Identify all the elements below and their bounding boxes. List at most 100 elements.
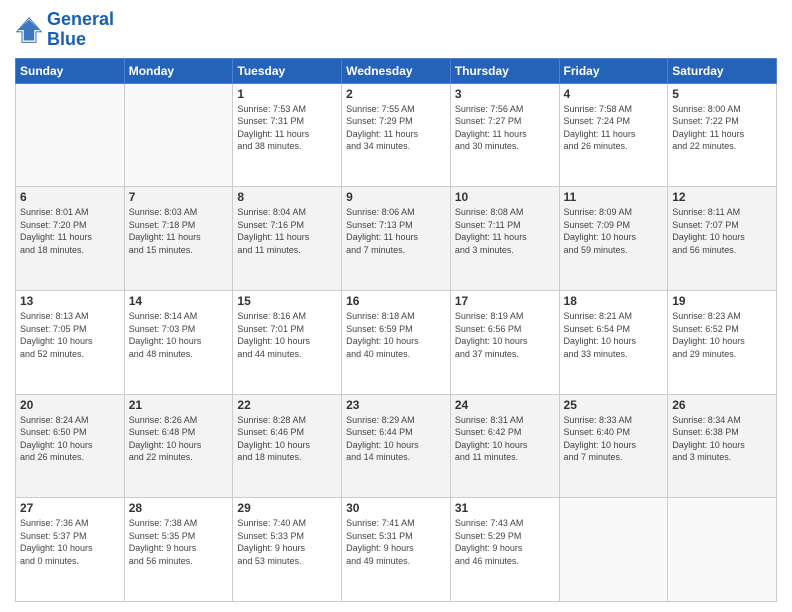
weekday-sunday: Sunday [16, 58, 125, 83]
day-number: 14 [129, 294, 229, 308]
day-info: Sunrise: 8:28 AM Sunset: 6:46 PM Dayligh… [237, 414, 337, 464]
day-number: 31 [455, 501, 555, 515]
logo-icon [15, 16, 43, 44]
calendar-cell: 4Sunrise: 7:58 AM Sunset: 7:24 PM Daylig… [559, 83, 668, 187]
calendar-cell: 13 Sunrise: 8:13 AM Sunset: 7:05 PM Dayli… [16, 290, 125, 394]
day-number: 13 [20, 294, 120, 308]
day-info: Sunrise: 8:08 AM Sunset: 7:11 PM Dayligh… [455, 206, 555, 256]
week-row-2: 6 Sunrise: 8:01 AM Sunset: 7:20 PM Daylig… [16, 187, 777, 291]
day-number: 17 [455, 294, 555, 308]
calendar-cell: 5 Sunrise: 8:00 AM Sunset: 7:22 PM Daylig… [668, 83, 777, 187]
day-number: 10 [455, 190, 555, 204]
calendar-cell: 1 Sunrise: 7:53 AM Sunset: 7:31 PM Daylig… [233, 83, 342, 187]
day-number: 2 [346, 87, 446, 101]
calendar-cell [16, 83, 125, 187]
day-number: 26 [672, 398, 772, 412]
weekday-friday: Friday [559, 58, 668, 83]
day-info: Sunrise: 8:09 AM Sunset: 7:09 PM Dayligh… [564, 206, 664, 256]
week-row-5: 27 Sunrise: 7:36 AM Sunset: 5:37 PM Dayli… [16, 498, 777, 602]
day-number: 19 [672, 294, 772, 308]
day-number: 1 [237, 87, 337, 101]
weekday-wednesday: Wednesday [342, 58, 451, 83]
day-number: 5 [672, 87, 772, 101]
day-info: Sunrise: 8:04 AM Sunset: 7:16 PM Dayligh… [237, 206, 337, 256]
week-row-3: 13 Sunrise: 8:13 AM Sunset: 7:05 PM Dayli… [16, 290, 777, 394]
calendar-cell: 14Sunrise: 8:14 AM Sunset: 7:03 PM Dayli… [124, 290, 233, 394]
day-info: Sunrise: 7:36 AM Sunset: 5:37 PM Dayligh… [20, 517, 120, 567]
calendar-cell: 24 Sunrise: 8:31 AM Sunset: 6:42 PM Dayli… [450, 394, 559, 498]
day-info: Sunrise: 8:01 AM Sunset: 7:20 PM Dayligh… [20, 206, 120, 256]
day-number: 27 [20, 501, 120, 515]
day-number: 23 [346, 398, 446, 412]
calendar-cell: 19 Sunrise: 8:23 AM Sunset: 6:52 PM Dayli… [668, 290, 777, 394]
day-number: 3 [455, 87, 555, 101]
day-number: 28 [129, 501, 229, 515]
page: GeneralBlue SundayMondayTuesdayWednesday… [0, 0, 792, 612]
calendar-cell: 7 Sunrise: 8:03 AM Sunset: 7:18 PM Daylig… [124, 187, 233, 291]
weekday-monday: Monday [124, 58, 233, 83]
logo: GeneralBlue [15, 10, 114, 50]
calendar-cell: 10 Sunrise: 8:08 AM Sunset: 7:11 PM Dayli… [450, 187, 559, 291]
weekday-tuesday: Tuesday [233, 58, 342, 83]
calendar-cell: 8 Sunrise: 8:04 AM Sunset: 7:16 PM Daylig… [233, 187, 342, 291]
calendar-cell: 18Sunrise: 8:21 AM Sunset: 6:54 PM Dayli… [559, 290, 668, 394]
calendar-cell: 28Sunrise: 7:38 AM Sunset: 5:35 PM Dayli… [124, 498, 233, 602]
calendar-cell [124, 83, 233, 187]
calendar-cell: 29 Sunrise: 7:40 AM Sunset: 5:33 PM Dayli… [233, 498, 342, 602]
day-info: Sunrise: 8:11 AM Sunset: 7:07 PM Dayligh… [672, 206, 772, 256]
calendar-cell: 30 Sunrise: 7:41 AM Sunset: 5:31 PM Dayli… [342, 498, 451, 602]
day-info: Sunrise: 8:31 AM Sunset: 6:42 PM Dayligh… [455, 414, 555, 464]
calendar-cell: 23 Sunrise: 8:29 AM Sunset: 6:44 PM Dayli… [342, 394, 451, 498]
calendar-cell: 31 Sunrise: 7:43 AM Sunset: 5:29 PM Dayli… [450, 498, 559, 602]
day-number: 4 [564, 87, 664, 101]
weekday-saturday: Saturday [668, 58, 777, 83]
day-number: 25 [564, 398, 664, 412]
day-info: Sunrise: 7:53 AM Sunset: 7:31 PM Dayligh… [237, 103, 337, 153]
calendar-cell: 3Sunrise: 7:56 AM Sunset: 7:27 PM Daylig… [450, 83, 559, 187]
calendar-cell: 12Sunrise: 8:11 AM Sunset: 7:07 PM Dayli… [668, 187, 777, 291]
calendar-cell: 22Sunrise: 8:28 AM Sunset: 6:46 PM Dayli… [233, 394, 342, 498]
calendar-cell: 21 Sunrise: 8:26 AM Sunset: 6:48 PM Dayli… [124, 394, 233, 498]
day-info: Sunrise: 8:03 AM Sunset: 7:18 PM Dayligh… [129, 206, 229, 256]
week-row-4: 20 Sunrise: 8:24 AM Sunset: 6:50 PM Dayli… [16, 394, 777, 498]
day-number: 7 [129, 190, 229, 204]
week-row-1: 1 Sunrise: 7:53 AM Sunset: 7:31 PM Daylig… [16, 83, 777, 187]
weekday-thursday: Thursday [450, 58, 559, 83]
day-number: 29 [237, 501, 337, 515]
day-number: 20 [20, 398, 120, 412]
day-info: Sunrise: 8:06 AM Sunset: 7:13 PM Dayligh… [346, 206, 446, 256]
day-info: Sunrise: 7:43 AM Sunset: 5:29 PM Dayligh… [455, 517, 555, 567]
day-info: Sunrise: 7:41 AM Sunset: 5:31 PM Dayligh… [346, 517, 446, 567]
calendar-cell: 27 Sunrise: 7:36 AM Sunset: 5:37 PM Dayli… [16, 498, 125, 602]
day-number: 6 [20, 190, 120, 204]
day-info: Sunrise: 8:13 AM Sunset: 7:05 PM Dayligh… [20, 310, 120, 360]
day-info: Sunrise: 8:34 AM Sunset: 6:38 PM Dayligh… [672, 414, 772, 464]
day-info: Sunrise: 7:55 AM Sunset: 7:29 PM Dayligh… [346, 103, 446, 153]
calendar-cell [668, 498, 777, 602]
day-number: 15 [237, 294, 337, 308]
day-info: Sunrise: 8:26 AM Sunset: 6:48 PM Dayligh… [129, 414, 229, 464]
calendar-cell: 6 Sunrise: 8:01 AM Sunset: 7:20 PM Daylig… [16, 187, 125, 291]
calendar-cell: 26 Sunrise: 8:34 AM Sunset: 6:38 PM Dayli… [668, 394, 777, 498]
day-info: Sunrise: 8:00 AM Sunset: 7:22 PM Dayligh… [672, 103, 772, 153]
calendar-cell: 20 Sunrise: 8:24 AM Sunset: 6:50 PM Dayli… [16, 394, 125, 498]
day-info: Sunrise: 8:29 AM Sunset: 6:44 PM Dayligh… [346, 414, 446, 464]
day-info: Sunrise: 8:19 AM Sunset: 6:56 PM Dayligh… [455, 310, 555, 360]
day-info: Sunrise: 8:23 AM Sunset: 6:52 PM Dayligh… [672, 310, 772, 360]
calendar-table: SundayMondayTuesdayWednesdayThursdayFrid… [15, 58, 777, 602]
day-number: 8 [237, 190, 337, 204]
day-info: Sunrise: 8:21 AM Sunset: 6:54 PM Dayligh… [564, 310, 664, 360]
day-info: Sunrise: 7:40 AM Sunset: 5:33 PM Dayligh… [237, 517, 337, 567]
day-number: 30 [346, 501, 446, 515]
day-number: 24 [455, 398, 555, 412]
calendar-cell: 16 Sunrise: 8:18 AM Sunset: 6:59 PM Dayli… [342, 290, 451, 394]
day-info: Sunrise: 8:24 AM Sunset: 6:50 PM Dayligh… [20, 414, 120, 464]
calendar-cell: 15Sunrise: 8:16 AM Sunset: 7:01 PM Dayli… [233, 290, 342, 394]
header: GeneralBlue [15, 10, 777, 50]
calendar-cell: 25 Sunrise: 8:33 AM Sunset: 6:40 PM Dayli… [559, 394, 668, 498]
day-number: 16 [346, 294, 446, 308]
day-number: 21 [129, 398, 229, 412]
day-info: Sunrise: 8:33 AM Sunset: 6:40 PM Dayligh… [564, 414, 664, 464]
weekday-header-row: SundayMondayTuesdayWednesdayThursdayFrid… [16, 58, 777, 83]
day-info: Sunrise: 8:18 AM Sunset: 6:59 PM Dayligh… [346, 310, 446, 360]
